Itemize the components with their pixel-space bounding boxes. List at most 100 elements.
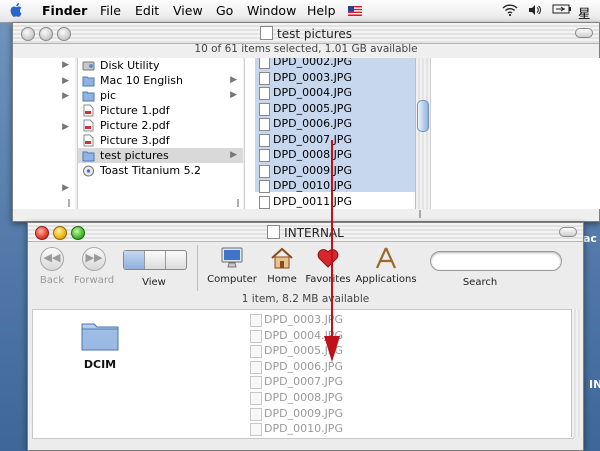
menu-file[interactable]: File	[100, 3, 121, 18]
folder-title-icon	[259, 26, 273, 40]
toolbar-toggle-button[interactable]	[559, 227, 577, 237]
ghost-file: DPD_0007.JPG	[248, 374, 378, 390]
list-item[interactable]: Picture 3.pdf	[78, 133, 243, 148]
file-row[interactable]: DPD_0005.JPG	[257, 101, 415, 116]
list-item-label: Picture 2.pdf	[100, 119, 170, 132]
vertical-scrollbar[interactable]	[571, 309, 582, 437]
file-row[interactable]: DPD_0002.JPG	[257, 58, 415, 69]
window-titlebar[interactable]: test pictures	[13, 23, 599, 44]
jpg-file-icon	[250, 376, 262, 390]
ghost-file-label: DPD_0009.JPG	[264, 406, 343, 420]
disclosure-arrow-icon: ▶	[62, 122, 69, 132]
jpg-file-icon	[250, 407, 262, 421]
vertical-scrollbar[interactable]	[415, 58, 429, 209]
home-button[interactable]: Home	[264, 245, 300, 285]
applications-button[interactable]: Applications	[355, 245, 417, 285]
window-titlebar[interactable]: INTERNAL	[28, 223, 583, 242]
ghost-file: DPD_0004.JPG	[248, 328, 378, 343]
list-item[interactable]: Mac 10 English ▶	[78, 73, 243, 88]
list-item[interactable]: Picture 2.pdf	[78, 118, 243, 133]
menu-view[interactable]: View	[173, 3, 203, 18]
list-item[interactable]: Disk Utility	[78, 58, 243, 73]
jpg-file-icon	[250, 360, 262, 374]
battery-icon[interactable]	[552, 3, 572, 18]
jpg-file-icon	[259, 180, 270, 193]
jpg-file-icon	[259, 164, 270, 178]
list-item-label: Picture 3.pdf	[100, 134, 170, 147]
view-segmented-control[interactable]	[123, 250, 187, 270]
toolbar-toggle-button[interactable]	[575, 28, 593, 38]
pdf-icon	[83, 104, 94, 117]
search-field[interactable]	[430, 251, 562, 271]
jpg-file-icon	[259, 71, 270, 85]
forward-button[interactable]: ▶▶ Forward	[73, 247, 115, 286]
status-bar: 10 of 61 items selected, 1.01 GB availab…	[194, 43, 418, 55]
list-view-icon[interactable]	[145, 251, 166, 269]
wifi-icon[interactable]	[502, 3, 518, 20]
file-label: DPD_0005.JPG	[273, 101, 352, 115]
column-0: ▶ ▶ ▶ ▶ ▶ ‖	[13, 58, 75, 209]
home-icon	[271, 247, 293, 269]
jpg-file-icon	[250, 314, 262, 327]
list-item-label: pic	[100, 89, 117, 102]
ghost-file-label: DPD_0010.JPG	[264, 422, 343, 436]
ghost-file: DPD_0005.JPG	[248, 343, 378, 359]
list-item-selected[interactable]: test pictures ▶	[78, 148, 243, 163]
window-title: INTERNAL	[28, 225, 583, 240]
menu-window[interactable]: Window	[247, 3, 296, 18]
search-label: Search	[462, 277, 498, 288]
back-arrow-icon: ◀◀	[43, 251, 61, 264]
file-row[interactable]: DPD_0006.JPG	[257, 116, 415, 131]
column-resize-handle[interactable]: ‖	[236, 198, 240, 207]
jpg-file-icon	[250, 345, 262, 359]
list-item-label: Picture 1.pdf	[100, 104, 170, 117]
disclosure-arrow-icon: ▶	[230, 90, 237, 100]
apple-menu-icon[interactable]	[10, 2, 24, 18]
pdf-icon	[83, 134, 94, 147]
disclosure-arrow-icon: ▶	[62, 91, 69, 101]
list-item[interactable]: Toast Titanium 5.2	[78, 163, 243, 178]
jpg-file-icon	[250, 423, 262, 437]
file-row[interactable]: DPD_0003.JPG	[257, 70, 415, 85]
file-label: DPD_0006.JPG	[273, 117, 352, 130]
menu-edit[interactable]: Edit	[135, 3, 159, 18]
ghost-file: DPD_0006.JPG	[248, 359, 378, 374]
column-view-icon[interactable]	[166, 251, 186, 269]
disclosure-arrow-icon: ▶	[62, 183, 69, 193]
folder-icon	[82, 91, 95, 102]
volume-icon[interactable]	[528, 3, 542, 20]
list-item-label: Toast Titanium 5.2	[100, 164, 202, 177]
desktop-label-mac: ac	[583, 232, 597, 245]
scroll-thumb[interactable]	[417, 100, 429, 132]
dcim-label: DCIM	[83, 358, 117, 371]
column-1: Disk Utility Mac 10 English ▶ pic ▶ Pict…	[77, 58, 243, 209]
menu-finder[interactable]: Finder	[42, 3, 87, 18]
computer-button[interactable]: Computer	[204, 245, 260, 285]
folder-icon	[82, 76, 95, 87]
ghost-file-label: DPD_0008.JPG	[264, 391, 343, 404]
icon-view-icon[interactable]	[124, 251, 145, 269]
list-item[interactable]: pic ▶	[78, 88, 243, 103]
jpg-file-icon	[259, 87, 270, 100]
menu-go[interactable]: Go	[216, 3, 233, 18]
jpg-file-icon	[250, 392, 262, 405]
desktop-label-in: IN	[589, 378, 600, 391]
file-row[interactable]: DPD_0004.JPG	[257, 85, 415, 100]
column-3	[430, 58, 600, 209]
menu-bar: Finder File Edit View Go Window Help 星期	[0, 0, 600, 40]
list-item-label: test pictures	[100, 149, 169, 162]
dcim-folder[interactable]: DCIM	[77, 318, 123, 371]
us-flag-icon[interactable]	[348, 6, 362, 16]
file-label: DPD_0003.JPG	[273, 70, 352, 84]
list-item[interactable]: Picture 1.pdf	[78, 103, 243, 118]
back-button[interactable]: ◀◀ Back	[36, 247, 68, 286]
applications-icon	[375, 247, 397, 269]
menu-help[interactable]: Help	[307, 3, 336, 18]
file-label: DPD_0002.JPG	[273, 58, 352, 68]
disclosure-arrow-icon: ▶	[62, 60, 69, 70]
back-label: Back	[39, 275, 65, 286]
column-resize-handle[interactable]: ‖	[67, 198, 71, 207]
ghost-file: DPD_0009.JPG	[248, 406, 378, 421]
column-resize-handle[interactable]: ‖	[418, 209, 422, 219]
ghost-file-label: DPD_0007.JPG	[264, 375, 343, 389]
